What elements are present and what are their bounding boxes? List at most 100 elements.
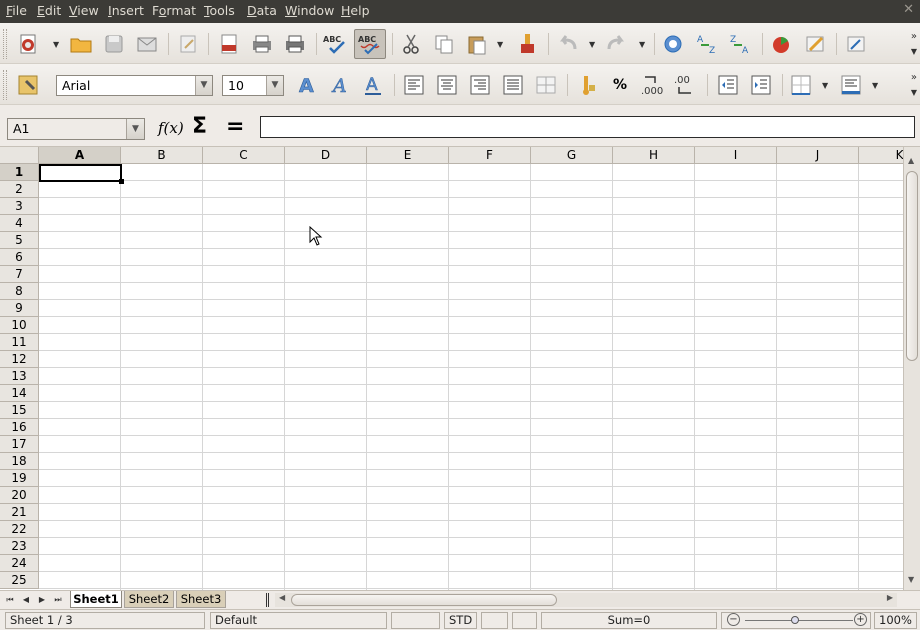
zoom-level-status[interactable]: 100% bbox=[874, 612, 917, 629]
menu-insert[interactable]: Insert bbox=[108, 3, 144, 18]
menu-file[interactable]: File bbox=[6, 3, 27, 18]
row-header-4[interactable]: 4 bbox=[0, 215, 39, 232]
justify-icon[interactable] bbox=[500, 72, 526, 98]
background-color-dropdown-icon[interactable]: ▼ bbox=[872, 81, 878, 90]
row-header-17[interactable]: 17 bbox=[0, 436, 39, 453]
zoom-out-icon[interactable]: − bbox=[727, 613, 740, 626]
font-name-combo[interactable]: Arial ▼ bbox=[56, 75, 213, 96]
active-cell[interactable] bbox=[39, 164, 122, 182]
export-pdf-icon[interactable] bbox=[216, 31, 242, 57]
page-style-status[interactable]: Default bbox=[210, 612, 387, 629]
styles-icon[interactable] bbox=[15, 72, 41, 98]
column-header-k[interactable]: K bbox=[859, 147, 903, 164]
scroll-left-icon[interactable]: ◀ bbox=[279, 593, 285, 602]
column-header-j[interactable]: J bbox=[777, 147, 859, 164]
function-wizard-button[interactable]: f(x) bbox=[158, 119, 184, 137]
new-dropdown-icon[interactable]: ▼ bbox=[53, 40, 59, 49]
italic-icon[interactable]: A bbox=[327, 72, 353, 98]
undo-dropdown-icon[interactable]: ▼ bbox=[589, 40, 595, 49]
row-header-12[interactable]: 12 bbox=[0, 351, 39, 368]
column-header-c[interactable]: C bbox=[203, 147, 285, 164]
horizontal-scrollbar[interactable]: ◀ ▶ bbox=[275, 593, 897, 607]
sort-descending-icon[interactable]: ZA bbox=[728, 31, 754, 57]
redo-dropdown-icon[interactable]: ▼ bbox=[639, 40, 645, 49]
tab-sheet2[interactable]: Sheet2 bbox=[124, 591, 174, 608]
save-icon[interactable] bbox=[101, 31, 127, 57]
toolbar-overflow-icon[interactable]: » bbox=[911, 72, 917, 83]
percent-format-icon[interactable]: % bbox=[607, 72, 633, 98]
tab-sheet3[interactable]: Sheet3 bbox=[176, 591, 226, 608]
row-header-25[interactable]: 25 bbox=[0, 572, 39, 589]
row-header-23[interactable]: 23 bbox=[0, 538, 39, 555]
increase-indent-icon[interactable] bbox=[748, 72, 774, 98]
zoom-in-icon[interactable]: + bbox=[854, 613, 867, 626]
menu-tools[interactable]: Tools bbox=[204, 3, 235, 18]
copy-icon[interactable] bbox=[431, 31, 457, 57]
vertical-scroll-thumb[interactable] bbox=[906, 171, 918, 361]
row-header-24[interactable]: 24 bbox=[0, 555, 39, 572]
chevron-down-icon[interactable]: ▼ bbox=[126, 119, 144, 139]
row-header-1[interactable]: 1 bbox=[0, 164, 39, 181]
insert-chart-icon[interactable] bbox=[768, 31, 794, 57]
toolbar-overflow-icon[interactable]: » bbox=[911, 31, 917, 42]
column-header-f[interactable]: F bbox=[449, 147, 531, 164]
zoom-slider-handle[interactable] bbox=[791, 616, 799, 624]
tab-split-handle[interactable] bbox=[266, 593, 269, 607]
align-center-icon[interactable] bbox=[434, 72, 460, 98]
sum-button[interactable]: Σ bbox=[192, 114, 207, 139]
cut-icon[interactable] bbox=[398, 31, 424, 57]
sum-status[interactable]: Sum=0 bbox=[541, 612, 717, 629]
next-sheet-icon[interactable]: ▶ bbox=[35, 593, 49, 607]
draw-functions-icon[interactable] bbox=[802, 31, 828, 57]
previous-sheet-icon[interactable]: ◀ bbox=[19, 593, 33, 607]
chevron-down-icon[interactable]: ▼ bbox=[195, 76, 212, 95]
autospellcheck-toggle[interactable]: ABC bbox=[354, 29, 386, 59]
last-sheet-icon[interactable]: ⏭ bbox=[51, 593, 65, 607]
add-decimal-icon[interactable]: .000 bbox=[640, 72, 666, 98]
print-icon[interactable] bbox=[249, 31, 275, 57]
row-header-16[interactable]: 16 bbox=[0, 419, 39, 436]
align-left-icon[interactable] bbox=[401, 72, 427, 98]
toolbar-grip[interactable] bbox=[3, 29, 7, 59]
column-header-d[interactable]: D bbox=[285, 147, 367, 164]
spellcheck-icon[interactable]: ABC bbox=[322, 31, 348, 57]
menu-edit[interactable]: Edit bbox=[37, 3, 61, 18]
delete-decimal-icon[interactable]: .00 bbox=[673, 72, 699, 98]
background-color-icon[interactable] bbox=[838, 72, 864, 98]
selection-mode-status[interactable]: STD bbox=[444, 612, 477, 629]
chevron-down-icon[interactable]: ▼ bbox=[266, 76, 283, 95]
vertical-scrollbar[interactable]: ▲ ▼ bbox=[903, 147, 920, 590]
row-header-22[interactable]: 22 bbox=[0, 521, 39, 538]
merge-cells-icon[interactable] bbox=[533, 72, 559, 98]
row-header-9[interactable]: 9 bbox=[0, 300, 39, 317]
borders-dropdown-icon[interactable]: ▼ bbox=[822, 81, 828, 90]
column-header-a[interactable]: A bbox=[39, 147, 121, 164]
row-header-18[interactable]: 18 bbox=[0, 453, 39, 470]
borders-icon[interactable] bbox=[788, 72, 814, 98]
new-document-icon[interactable] bbox=[15, 31, 41, 57]
function-button[interactable]: = bbox=[226, 114, 244, 139]
navigator-icon[interactable] bbox=[843, 31, 869, 57]
undo-icon[interactable] bbox=[554, 31, 580, 57]
tab-sheet1[interactable]: Sheet1 bbox=[70, 591, 122, 608]
toolbar-menu-icon[interactable]: ▼ bbox=[911, 47, 917, 56]
row-header-15[interactable]: 15 bbox=[0, 402, 39, 419]
column-header-i[interactable]: I bbox=[695, 147, 777, 164]
row-header-5[interactable]: 5 bbox=[0, 232, 39, 249]
decrease-indent-icon[interactable] bbox=[715, 72, 741, 98]
menu-data[interactable]: Data bbox=[247, 3, 277, 18]
row-header-10[interactable]: 10 bbox=[0, 317, 39, 334]
row-header-19[interactable]: 19 bbox=[0, 470, 39, 487]
close-window-icon[interactable]: ✕ bbox=[903, 2, 914, 17]
cell-area[interactable] bbox=[39, 164, 903, 590]
bold-icon[interactable]: A bbox=[294, 72, 320, 98]
toolbar-grip[interactable] bbox=[3, 70, 7, 100]
menu-view[interactable]: View bbox=[69, 3, 99, 18]
name-box[interactable]: A1 ▼ bbox=[7, 118, 145, 140]
email-icon[interactable] bbox=[134, 31, 160, 57]
column-header-h[interactable]: H bbox=[613, 147, 695, 164]
scroll-up-icon[interactable]: ▲ bbox=[908, 156, 914, 165]
row-header-3[interactable]: 3 bbox=[0, 198, 39, 215]
scroll-right-icon[interactable]: ▶ bbox=[887, 593, 893, 602]
paste-dropdown-icon[interactable]: ▼ bbox=[497, 40, 503, 49]
